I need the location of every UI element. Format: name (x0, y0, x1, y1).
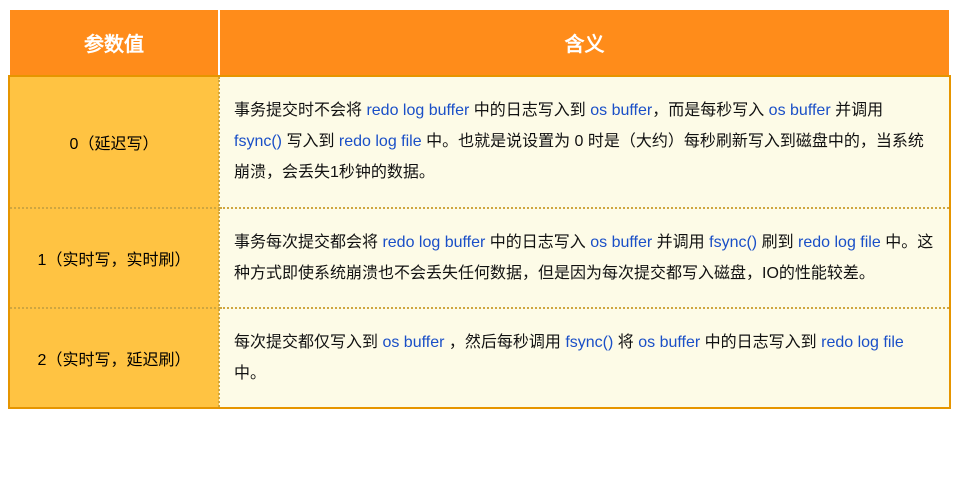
param-value-2: 2（实时写，延迟刷） (9, 308, 219, 408)
config-table: 参数值 含义 0（延迟写） 事务提交时不会将 redo log buffer 中… (8, 8, 951, 409)
table-body: 0（延迟写） 事务提交时不会将 redo log buffer 中的日志写入到 … (9, 76, 950, 408)
term-os-buffer: os buffer (382, 334, 444, 351)
text-segment: 并调用 (652, 234, 709, 251)
term-fsync: fsync() (709, 234, 757, 251)
text-segment: 每次提交都仅写入到 (234, 334, 382, 351)
table-header: 参数值 含义 (9, 9, 950, 76)
text-segment: 刷到 (757, 234, 798, 251)
term-redo-log-file: redo log file (339, 133, 422, 150)
text-segment: 中的日志写入到 (700, 334, 821, 351)
table-row: 0（延迟写） 事务提交时不会将 redo log buffer 中的日志写入到 … (9, 76, 950, 208)
term-os-buffer: os buffer (590, 102, 652, 119)
term-os-buffer: os buffer (769, 102, 831, 119)
term-redo-log-buffer: redo log buffer (382, 234, 485, 251)
text-segment: 写入到 (282, 133, 339, 150)
text-segment: 事务提交时不会将 (234, 102, 366, 119)
desc-2: 每次提交都仅写入到 os buffer ，然后每秒调用 fsync() 将 os… (219, 308, 950, 408)
text-segment: 并调用 (831, 102, 883, 119)
term-os-buffer: os buffer (590, 234, 652, 251)
desc-1: 事务每次提交都会将 redo log buffer 中的日志写入 os buff… (219, 208, 950, 308)
term-redo-log-buffer: redo log buffer (366, 102, 469, 119)
text-segment: 中的日志写入到 (469, 102, 590, 119)
param-value-0: 0（延迟写） (9, 76, 219, 208)
term-os-buffer: os buffer (638, 334, 700, 351)
text-segment: 中。 (234, 365, 266, 382)
term-fsync: fsync() (565, 334, 613, 351)
text-segment: ，然后每秒调用 (444, 334, 565, 351)
table-row: 2（实时写，延迟刷） 每次提交都仅写入到 os buffer ，然后每秒调用 f… (9, 308, 950, 408)
header-param: 参数值 (9, 9, 219, 76)
text-segment: 中的日志写入 (485, 234, 590, 251)
header-meaning: 含义 (219, 9, 950, 76)
term-redo-log-file: redo log file (798, 234, 881, 251)
term-fsync: fsync() (234, 133, 282, 150)
text-segment: 事务每次提交都会将 (234, 234, 382, 251)
term-redo-log-file: redo log file (821, 334, 904, 351)
table-row: 1（实时写，实时刷） 事务每次提交都会将 redo log buffer 中的日… (9, 208, 950, 308)
param-value-1: 1（实时写，实时刷） (9, 208, 219, 308)
desc-0: 事务提交时不会将 redo log buffer 中的日志写入到 os buff… (219, 76, 950, 208)
table-header-row: 参数值 含义 (9, 9, 950, 76)
text-segment: ，而是每秒写入 (652, 102, 768, 119)
text-segment: 将 (613, 334, 638, 351)
